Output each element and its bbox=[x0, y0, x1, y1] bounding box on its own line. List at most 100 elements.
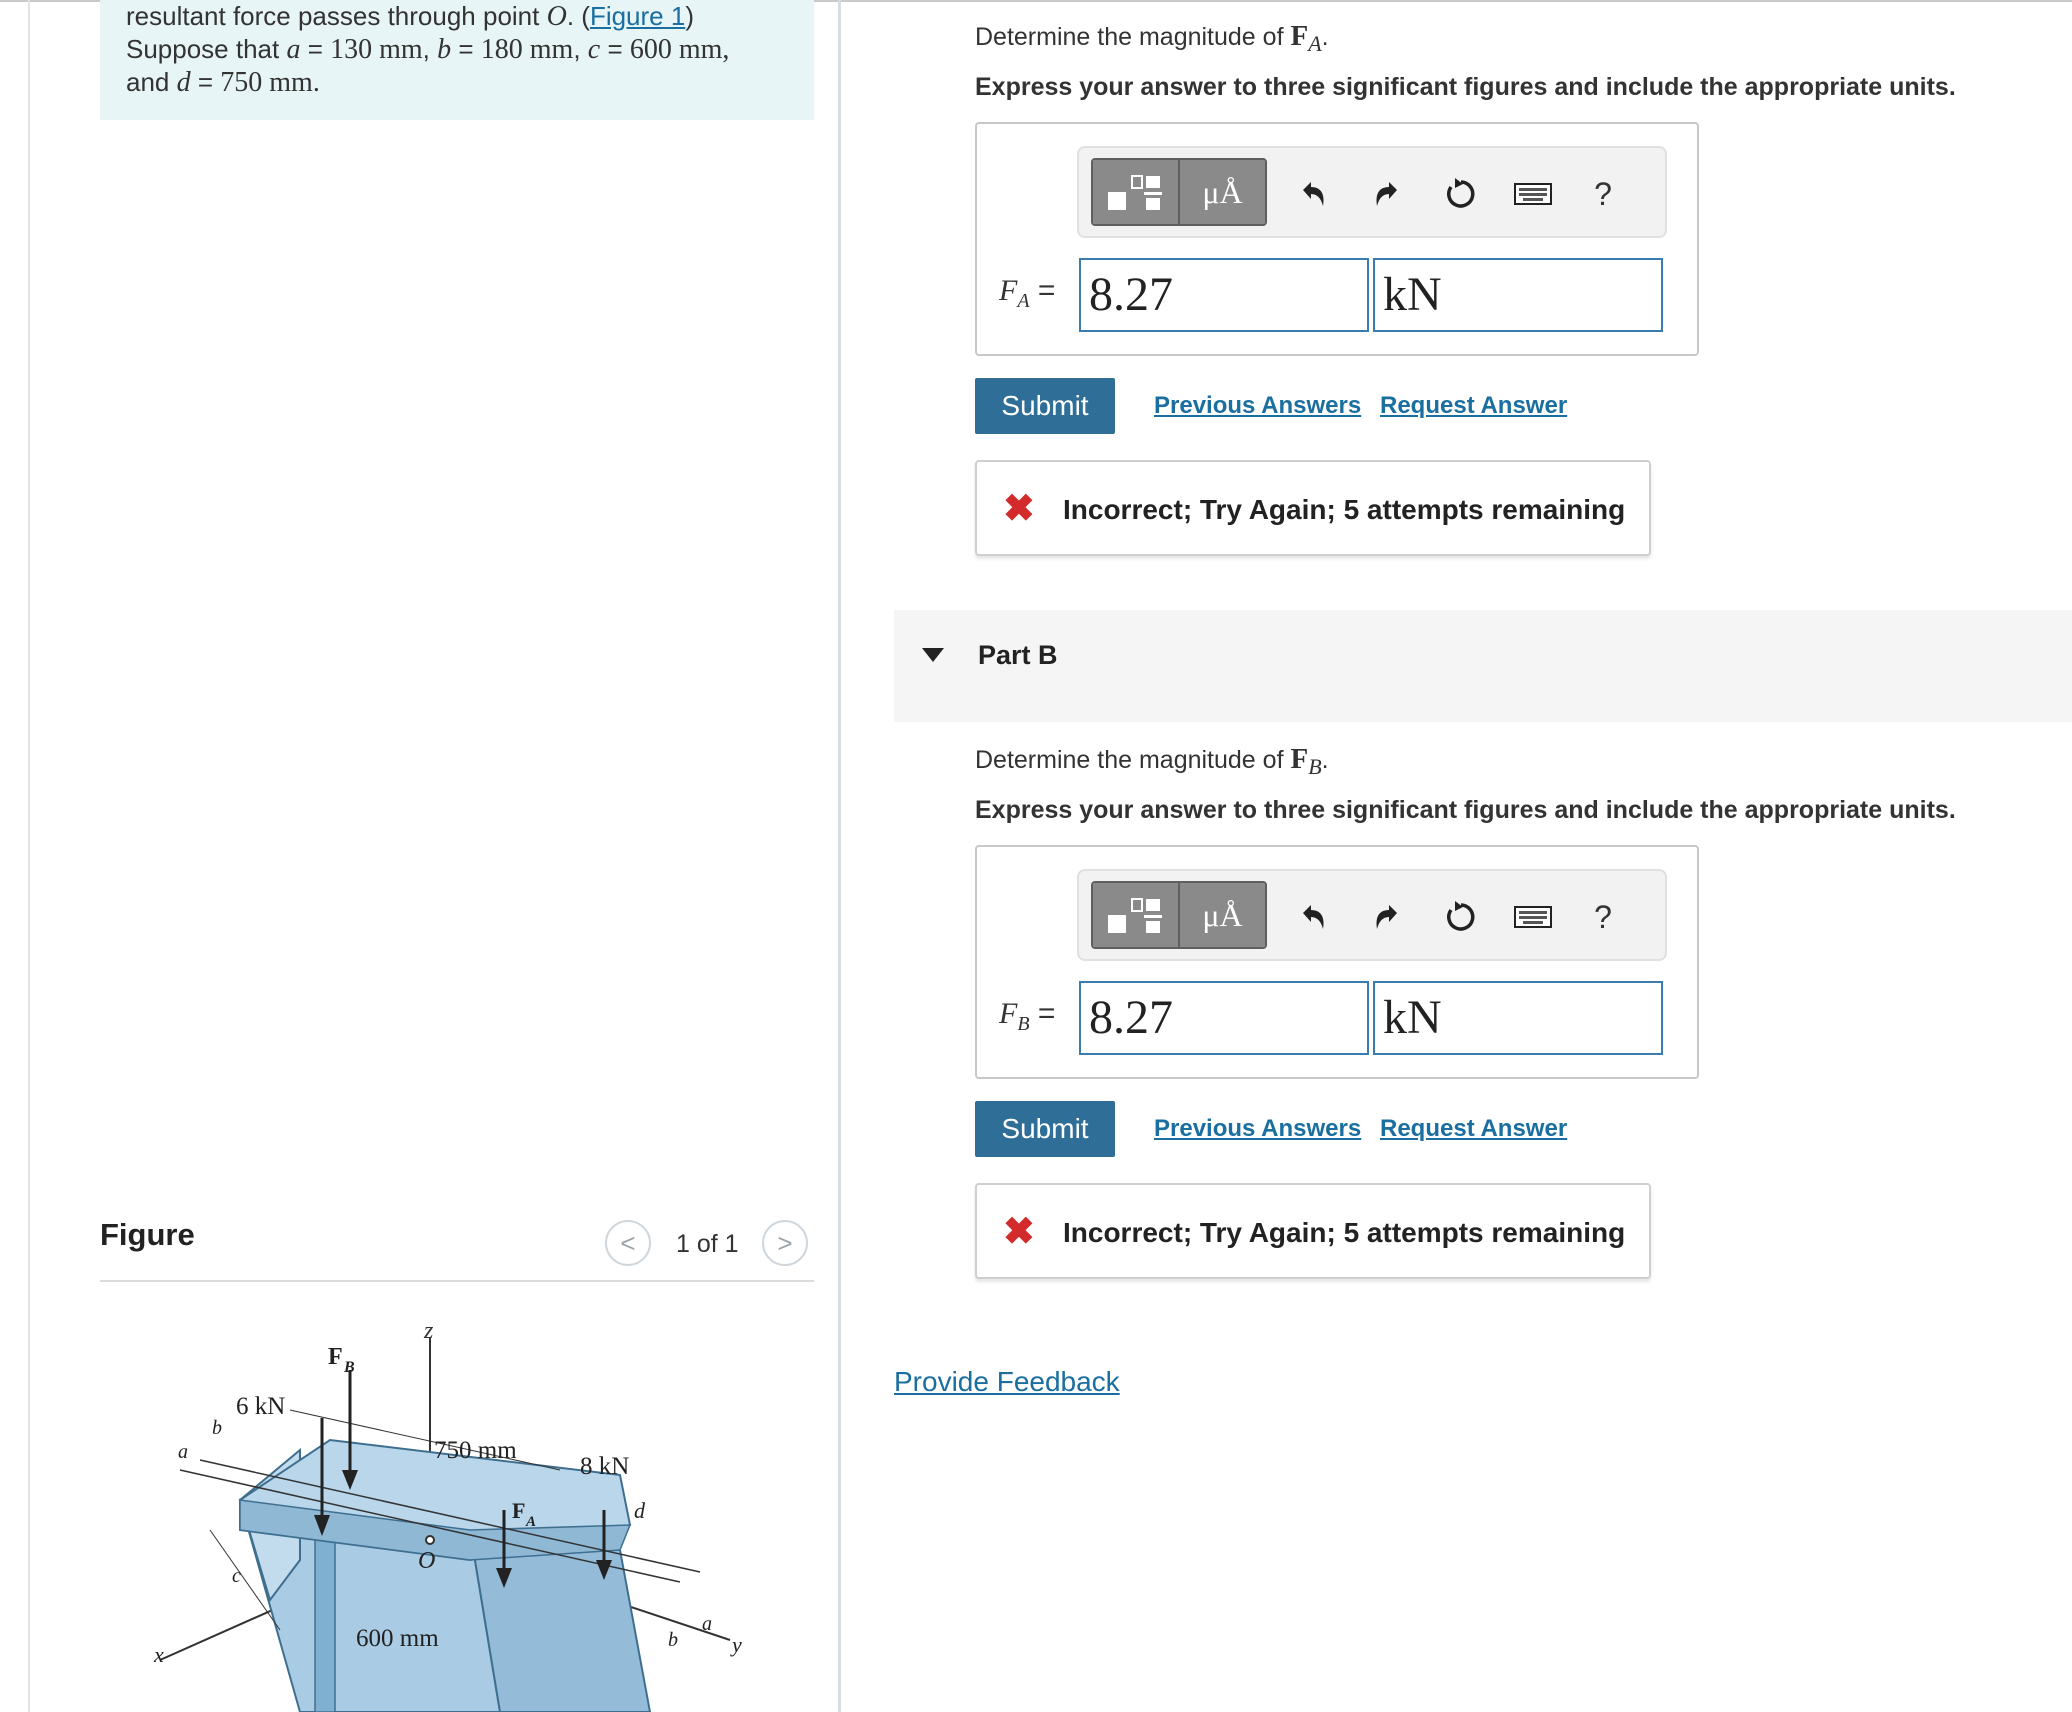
variable-symbol: F bbox=[999, 997, 1018, 1030]
variable-subscript: A bbox=[1017, 290, 1030, 312]
reset-icon bbox=[1447, 178, 1475, 208]
figure-link[interactable]: Figure 1 bbox=[590, 1, 685, 31]
b-dimension-label-right: b bbox=[668, 1629, 678, 1651]
keyboard-button[interactable] bbox=[1509, 170, 1557, 218]
templates-icon bbox=[1107, 898, 1162, 933]
keyboard-button[interactable] bbox=[1509, 893, 1557, 941]
chevron-left-icon: < bbox=[620, 1227, 636, 1258]
eight-kn-label: 8 kN bbox=[580, 1453, 629, 1480]
part-a-units-input[interactable]: kN bbox=[1373, 258, 1663, 332]
variable-c: c bbox=[587, 34, 601, 65]
part-a-feedback: ✖ Incorrect; Try Again; 5 attempts remai… bbox=[975, 460, 1651, 556]
equals-sign: = bbox=[1029, 274, 1056, 307]
problem-line-3: and d = 750 mm. bbox=[126, 66, 806, 99]
problem-text: Suppose that bbox=[126, 34, 287, 64]
a-dimension-label-right: a bbox=[702, 1613, 712, 1635]
math-toolbar: μÅ ? bbox=[1077, 146, 1667, 238]
fa-subscript: A bbox=[525, 1514, 536, 1530]
help-icon: ? bbox=[1594, 898, 1612, 935]
part-b-value-input[interactable]: 8.27 bbox=[1079, 981, 1369, 1055]
part-b-variable-label: FB = bbox=[999, 997, 1055, 1036]
z-axis-label: z bbox=[423, 1318, 434, 1344]
beam-figure: z F B 6 kN 750 mm 8 kN F A O d 600 mm x … bbox=[153, 1318, 742, 1712]
previous-figure-button[interactable]: < bbox=[605, 1220, 651, 1266]
part-b-submit-button[interactable]: Submit bbox=[975, 1101, 1115, 1157]
caret-down-icon[interactable] bbox=[922, 648, 944, 662]
keyboard-icon bbox=[1514, 183, 1552, 205]
next-figure-button[interactable]: > bbox=[762, 1220, 808, 1266]
part-b-request-answer-link[interactable]: Request Answer bbox=[1380, 1115, 1567, 1143]
force-symbol: F bbox=[1290, 743, 1309, 775]
equals-sign: = bbox=[1029, 997, 1056, 1030]
question-text: Determine the magnitude of bbox=[975, 23, 1291, 51]
toolbar-button-group: μÅ bbox=[1091, 881, 1267, 949]
figure-divider bbox=[100, 1280, 814, 1282]
part-a-value-input[interactable]: 8.27 bbox=[1079, 258, 1369, 332]
variable-b: b bbox=[437, 34, 452, 65]
value-c: 600 mm bbox=[629, 34, 723, 65]
origin-label: O bbox=[418, 1548, 435, 1574]
d-dimension-label: d bbox=[634, 1498, 646, 1523]
problem-text: ) bbox=[685, 1, 694, 31]
part-a-request-answer-link[interactable]: Request Answer bbox=[1380, 392, 1567, 420]
part-a-answer-panel: μÅ ? FA = 8.27 kN bbox=[975, 122, 1699, 356]
undo-icon bbox=[1303, 182, 1324, 206]
six-kn-label: 6 kN bbox=[236, 1393, 285, 1420]
support-post bbox=[314, 1524, 336, 1712]
error-icon: ✖ bbox=[1003, 1211, 1035, 1253]
part-a-question: Determine the magnitude of FA. bbox=[975, 20, 1329, 57]
redo-button[interactable] bbox=[1363, 893, 1411, 941]
point-variable: O bbox=[546, 1, 567, 32]
force-subscript: B bbox=[1308, 754, 1322, 779]
toolbar-button-group: μÅ bbox=[1091, 158, 1267, 226]
units-button[interactable]: μÅ bbox=[1178, 883, 1265, 947]
dimension-750-label: 750 mm bbox=[434, 1437, 517, 1464]
a-dimension-label-left: a bbox=[178, 1441, 188, 1463]
part-a-submit-button[interactable]: Submit bbox=[975, 378, 1115, 434]
fb-subscript: B bbox=[343, 1359, 355, 1376]
provide-feedback-link[interactable]: Provide Feedback bbox=[894, 1366, 1120, 1398]
units-icon: μÅ bbox=[1202, 173, 1243, 210]
equals-sign: = bbox=[451, 34, 481, 64]
problem-text: resultant force passes through point bbox=[126, 1, 547, 31]
units-button[interactable]: μÅ bbox=[1178, 160, 1265, 224]
math-toolbar: μÅ ? bbox=[1077, 869, 1667, 961]
help-icon: ? bbox=[1594, 175, 1612, 212]
reset-icon bbox=[1447, 901, 1475, 931]
part-b-title[interactable]: Part B bbox=[978, 640, 1058, 671]
variable-d: d bbox=[176, 67, 191, 98]
fa-label: F bbox=[512, 1498, 525, 1523]
part-a-variable-label: FA = bbox=[999, 274, 1055, 313]
part-b-instruction: Express your answer to three significant… bbox=[975, 796, 1956, 824]
templates-button[interactable] bbox=[1093, 160, 1178, 224]
reset-button[interactable] bbox=[1437, 170, 1485, 218]
undo-button[interactable] bbox=[1289, 170, 1337, 218]
part-b-header[interactable] bbox=[894, 610, 2072, 722]
redo-icon bbox=[1376, 905, 1397, 929]
undo-button[interactable] bbox=[1289, 893, 1337, 941]
templates-button[interactable] bbox=[1093, 883, 1178, 947]
feedback-message: Incorrect; Try Again; 5 attempts remaini… bbox=[1063, 1217, 1626, 1248]
part-b-previous-answers-link[interactable]: Previous Answers bbox=[1154, 1115, 1361, 1143]
redo-button[interactable] bbox=[1363, 170, 1411, 218]
question-text: Determine the magnitude of bbox=[975, 746, 1291, 774]
part-b-units-input[interactable]: kN bbox=[1373, 981, 1663, 1055]
dimension-600-label: 600 mm bbox=[356, 1625, 439, 1652]
figure-heading: Figure bbox=[100, 1217, 195, 1252]
problem-text: . ( bbox=[566, 1, 590, 31]
problem-line-2: Suppose that a = 130 mm, b = 180 mm, c =… bbox=[126, 34, 730, 65]
separator: , bbox=[573, 34, 588, 64]
force-symbol: F bbox=[1290, 20, 1309, 52]
part-a-previous-answers-link[interactable]: Previous Answers bbox=[1154, 392, 1361, 420]
help-button[interactable]: ? bbox=[1579, 170, 1627, 218]
origin-point bbox=[425, 1535, 435, 1545]
reset-button[interactable] bbox=[1437, 893, 1485, 941]
chevron-right-icon: > bbox=[777, 1227, 793, 1258]
part-b-answer-panel: μÅ ? FB = 8.27 kN bbox=[975, 845, 1699, 1079]
value-b: 180 mm bbox=[480, 34, 574, 65]
units-icon: μÅ bbox=[1202, 896, 1243, 933]
help-button[interactable]: ? bbox=[1579, 893, 1627, 941]
equals-sign: = bbox=[600, 34, 630, 64]
figure-counter: 1 of 1 bbox=[676, 1230, 739, 1258]
value-d: 750 mm bbox=[220, 67, 313, 98]
